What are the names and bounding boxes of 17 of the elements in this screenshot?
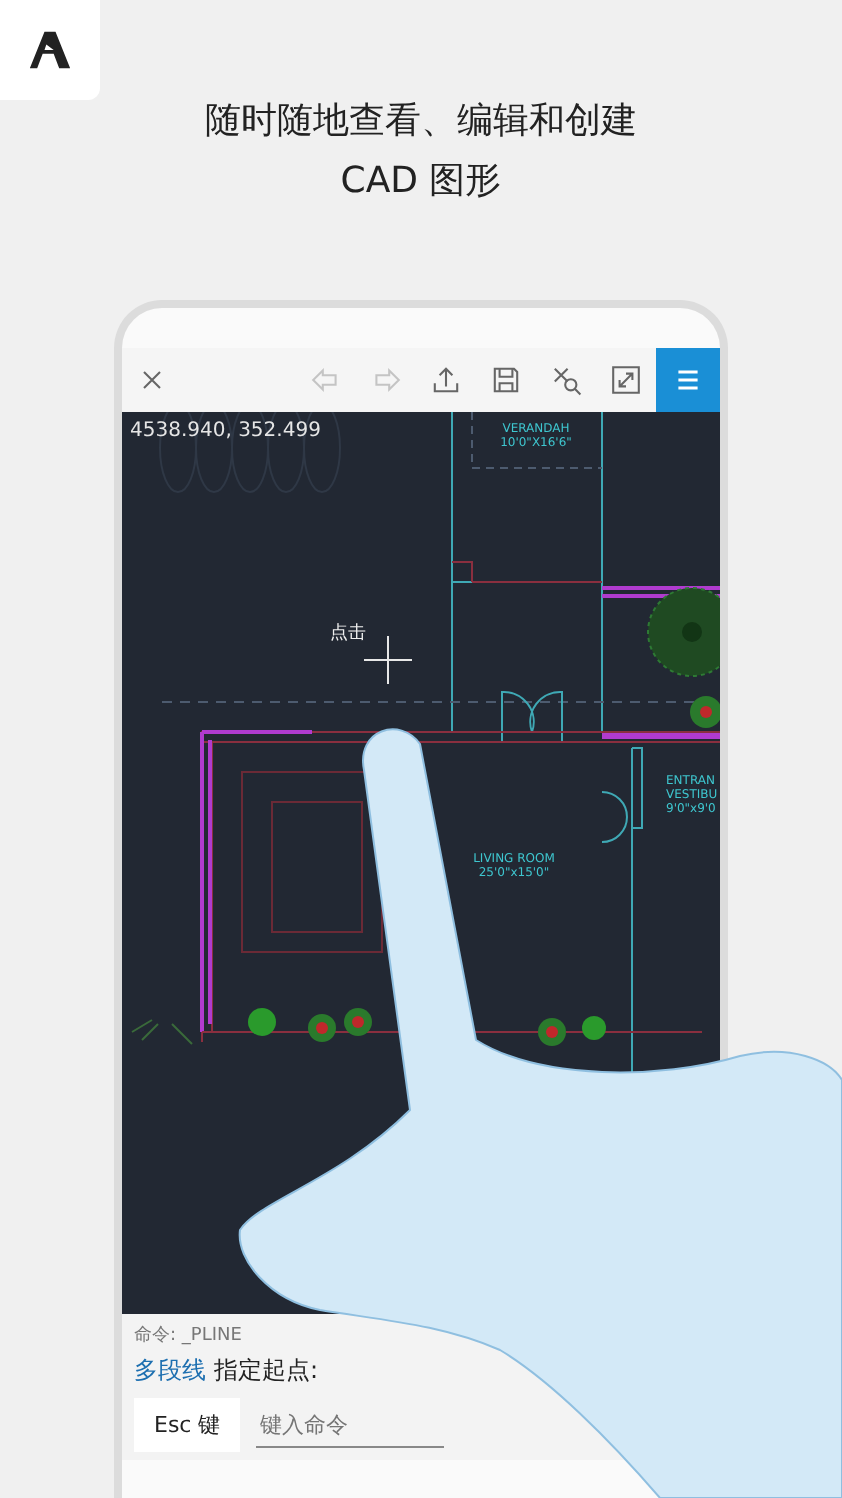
- crosshair-icon: [363, 635, 413, 685]
- cursor-label: 点击: [330, 624, 366, 644]
- logo-icon: [28, 28, 72, 72]
- command-prompt: 指定起点:: [214, 1354, 319, 1388]
- expand-icon: [610, 364, 642, 396]
- menu-button[interactable]: [656, 348, 720, 412]
- coordinates-readout: 4538.940, 352.499: [130, 420, 321, 442]
- esc-key-button[interactable]: Esc 键: [134, 1398, 241, 1452]
- zoom-select-icon: [550, 364, 582, 396]
- headline: 随时随地查看、编辑和创建: [205, 98, 637, 146]
- upload-icon: [430, 364, 462, 396]
- undo-arrow-icon: [310, 364, 342, 396]
- command-history: 命令: _PLINE: [134, 1323, 244, 1350]
- command-input-field[interactable]: 键入命令: [256, 1403, 445, 1447]
- headline: CAD 图形: [340, 158, 502, 206]
- command-name: 多段线: [134, 1354, 206, 1388]
- redo-arrow-icon: [370, 364, 402, 396]
